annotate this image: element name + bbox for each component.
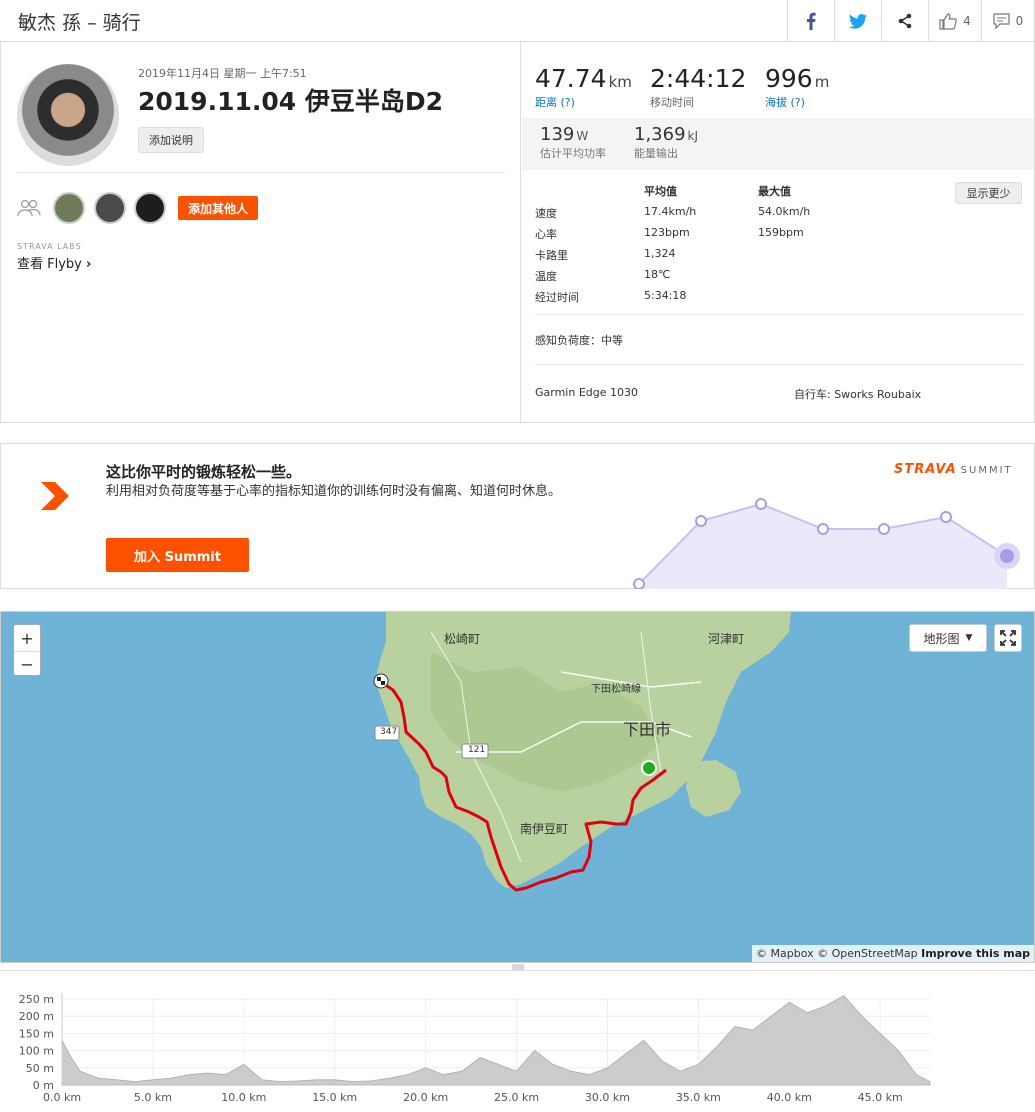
elevation-area <box>61 995 931 1086</box>
perceived-effort: 感知负荷度：中等 <box>535 334 623 347</box>
facebook-icon <box>807 12 816 30</box>
map-type-select[interactable]: 地形图 ▼ <box>909 624 987 652</box>
road-label-121: 121 <box>468 745 486 755</box>
resize-handle[interactable] <box>0 963 1035 971</box>
x-tick-label: 40.0 km <box>767 1091 812 1104</box>
summit-headline: 这比你平时的锻炼轻松一些。 <box>106 463 302 481</box>
zoom-out-button[interactable]: − <box>14 651 40 677</box>
comment-button[interactable]: 0 <box>982 0 1035 42</box>
x-tick-label: 15.0 km <box>312 1091 357 1104</box>
stat-distance-label[interactable]: 距离 (?) <box>535 94 632 110</box>
kudos-button[interactable]: 4 <box>929 0 982 42</box>
summit-upsell-banner: 这比你平时的锻炼轻松一些。 利用相对负荷度等基于心率的指标知道你的训练何时没有偏… <box>0 443 1035 589</box>
grip-icon <box>512 964 524 970</box>
show-less-button[interactable]: 显示更少 <box>955 182 1022 204</box>
secondary-stats: 139 W 估计平均功率 1,369 kJ 能量输出 <box>522 118 1034 170</box>
chevron-logo-icon <box>41 482 69 510</box>
stat-moving-time: 2:44:12 移动时间 <box>650 64 747 109</box>
activity-title: 2019.11.04 伊豆半岛D2 <box>138 87 444 116</box>
map-attribution: © Mapbox © OpenStreetMap Improve this ma… <box>752 945 1034 962</box>
stat-distance: 47.74 km 距离 (?) <box>535 64 632 110</box>
osm-link[interactable]: © OpenStreetMap <box>817 947 918 960</box>
x-tick-label: 25.0 km <box>494 1091 539 1104</box>
map-label-shimoda: 下田市 <box>623 720 672 739</box>
summit-decor-graph <box>633 498 1020 589</box>
kudos-count: 4 <box>963 14 971 28</box>
stat-moving-time-label: 移动时间 <box>650 96 694 109</box>
y-tick-label: 50 m <box>26 1062 54 1075</box>
comment-icon <box>993 13 1010 29</box>
stat-power: 139 W 估计平均功率 <box>540 124 606 160</box>
x-tick-label: 35.0 km <box>676 1091 721 1104</box>
zoom-in-button[interactable]: + <box>14 625 40 651</box>
page-title: 敏杰 孫 – 骑行 <box>18 12 141 34</box>
activity-date: 2019年11月4日 星期一 上午7:51 <box>138 67 307 80</box>
strava-summit-logo: STRAVA SUMMIT <box>894 462 1013 477</box>
map-label-road: 下田松崎線 <box>591 684 641 695</box>
thumbs-up-icon <box>939 12 958 30</box>
x-tick-label: 0.0 km <box>43 1091 81 1104</box>
bike-name[interactable]: 自行车: Sworks Roubaix <box>794 386 921 402</box>
group-athlete-avatar[interactable] <box>134 192 166 224</box>
group-icon <box>17 199 41 217</box>
comment-count: 0 <box>1015 14 1024 28</box>
start-marker-icon <box>641 760 657 776</box>
y-tick-label: 150 m <box>19 1027 54 1040</box>
zoom-control: + − <box>13 624 41 676</box>
group-athlete-avatar[interactable] <box>94 192 126 224</box>
map-label-kawazu: 河津町 <box>708 632 745 646</box>
mapbox-link[interactable]: © Mapbox <box>756 947 814 960</box>
y-tick-label: 100 m <box>19 1045 54 1058</box>
strava-labs-label: STRAVA LABS <box>17 242 82 251</box>
page-header: 敏杰 孫 – 骑行 4 0 <box>0 0 1035 42</box>
group-athlete-avatar[interactable] <box>53 192 85 224</box>
athlete-avatar[interactable] <box>17 64 119 166</box>
activity-summary-panel: 2019年11月4日 星期一 上午7:51 2019.11.04 伊豆半岛D2 … <box>0 42 1035 423</box>
stat-energy: 1,369 kJ 能量输出 <box>634 124 699 160</box>
finish-flag-icon <box>373 673 389 689</box>
join-summit-button[interactable]: 加入 Summit <box>106 538 249 572</box>
improve-map-link[interactable]: Improve this map <box>921 947 1030 960</box>
y-tick-label: 250 m <box>19 993 54 1006</box>
route-map[interactable]: 347 121 松崎町 河津町 下田松崎線 下田市 南伊豆町 + − 地形图 ▼… <box>0 611 1035 963</box>
header-actions: 4 0 <box>787 0 1035 42</box>
x-tick-label: 30.0 km <box>585 1091 630 1104</box>
twitter-share-button[interactable] <box>835 0 882 42</box>
road-label-347: 347 <box>380 727 398 737</box>
share-button[interactable] <box>882 0 929 42</box>
add-description-button[interactable]: 添加说明 <box>138 127 204 153</box>
y-tick-label: 200 m <box>19 1010 54 1023</box>
caret-down-icon: ▼ <box>965 633 973 643</box>
map-label-matsuzaki: 松崎町 <box>444 632 481 646</box>
activity-details: 2019年11月4日 星期一 上午7:51 2019.11.04 伊豆半岛D2 … <box>1 42 521 422</box>
map-label-minamiizu: 南伊豆町 <box>520 822 569 836</box>
divider <box>535 314 1023 315</box>
add-others-button[interactable]: 添加其他人 <box>178 196 258 220</box>
share-icon <box>898 13 912 29</box>
elevation-chart[interactable]: 0 m50 m100 m150 m200 m250 m0.0 km 5.0 km 1… <box>0 971 1035 1112</box>
divider <box>17 172 505 173</box>
stat-elevation: 996 m 海拔 (?) <box>765 64 830 110</box>
twitter-icon <box>849 13 867 29</box>
summit-body: 利用相对负荷度等基于心率的指标知道你的训练何时没有偏离、知道何时休息。 <box>106 484 562 499</box>
fullscreen-button[interactable] <box>994 624 1022 652</box>
x-tick-label: 10.0 km <box>221 1091 266 1104</box>
chevron-right-icon: › <box>86 257 92 272</box>
stat-elevation-label[interactable]: 海拔 (?) <box>765 94 829 110</box>
x-tick-label: 20.0 km <box>403 1091 448 1104</box>
device-name: Garmin Edge 1030 <box>535 386 639 399</box>
x-tick-label: 45.0 km <box>858 1091 903 1104</box>
divider <box>535 364 1023 365</box>
flyby-label: 查看 Flyby <box>17 257 82 272</box>
expand-icon <box>1000 630 1016 646</box>
flyby-link[interactable]: 查看 Flyby › <box>17 253 91 272</box>
x-tick-label: 5.0 km <box>134 1091 172 1104</box>
facebook-share-button[interactable] <box>788 0 835 42</box>
map-terrain <box>373 612 791 892</box>
